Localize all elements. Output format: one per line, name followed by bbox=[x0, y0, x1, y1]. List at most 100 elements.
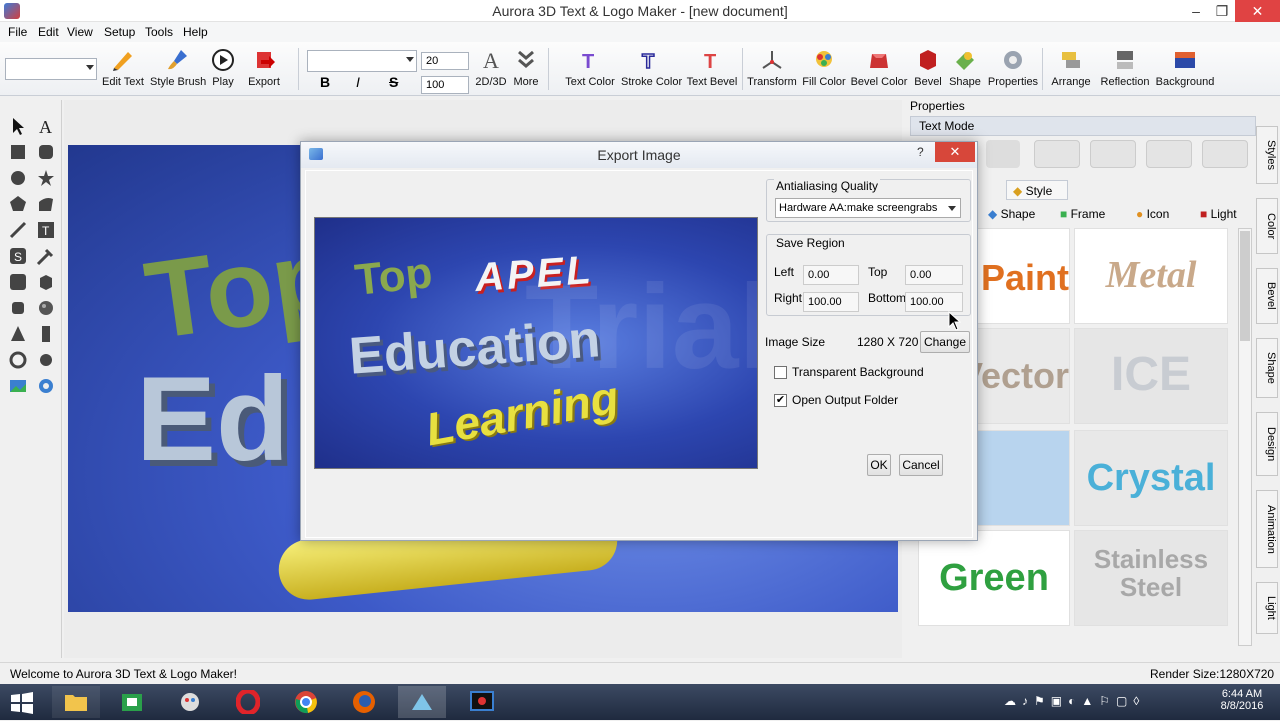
preset-thumb[interactable] bbox=[1090, 140, 1136, 168]
style-brush-button[interactable]: Style Brush bbox=[150, 46, 206, 94]
taskbar-chrome[interactable] bbox=[282, 686, 330, 718]
system-tray-icons[interactable]: ☁♪⚑▣◐▲⚐▢◊ bbox=[1004, 694, 1174, 710]
text-tool-icon[interactable]: A bbox=[36, 116, 56, 136]
menu-file[interactable]: File bbox=[8, 25, 27, 39]
line-tool-icon[interactable] bbox=[8, 220, 28, 240]
gear-tool-icon[interactable] bbox=[36, 350, 56, 370]
cancel-button[interactable]: Cancel bbox=[899, 454, 943, 476]
side-tab-design[interactable]: Design bbox=[1256, 412, 1278, 476]
style-item-crystal[interactable]: Crystal bbox=[1074, 430, 1228, 526]
column-tool-icon[interactable] bbox=[36, 324, 56, 344]
shape-button[interactable]: Shape bbox=[948, 46, 982, 94]
play-button[interactable]: Play bbox=[208, 46, 238, 94]
pentagon-tool-icon[interactable] bbox=[8, 194, 28, 214]
side-tab-animation[interactable]: Animation bbox=[1256, 490, 1278, 568]
circle-tool-icon[interactable] bbox=[8, 168, 28, 188]
text-color-button[interactable]: T Text Color bbox=[565, 46, 615, 94]
left-spinner[interactable]: 0.00 bbox=[803, 265, 859, 285]
settings-tool-icon[interactable] bbox=[36, 376, 56, 396]
preset-thumb[interactable] bbox=[1202, 140, 1248, 168]
ring-tool-icon[interactable] bbox=[8, 350, 28, 370]
star-tool-icon[interactable] bbox=[36, 168, 56, 188]
taskbar-opera[interactable] bbox=[224, 686, 272, 718]
taskbar-store[interactable] bbox=[108, 686, 156, 718]
tab-frame[interactable]: ■ Frame bbox=[1056, 204, 1116, 224]
bevel-button[interactable]: Bevel bbox=[911, 46, 945, 94]
taskbar-aurora[interactable] bbox=[398, 686, 446, 718]
preset-thumb[interactable] bbox=[1146, 140, 1192, 168]
side-tab-light[interactable]: Light bbox=[1256, 582, 1278, 634]
sphere-tool-icon[interactable] bbox=[36, 298, 56, 318]
style-combo[interactable] bbox=[5, 58, 97, 80]
depth-spinner[interactable]: 100 bbox=[421, 76, 469, 94]
maximize-button[interactable]: ❐ bbox=[1208, 0, 1236, 22]
menu-help[interactable]: Help bbox=[183, 25, 208, 39]
export-button[interactable]: Export bbox=[242, 46, 286, 94]
scrollbar-thumb[interactable] bbox=[1240, 231, 1250, 341]
minimize-button[interactable]: – bbox=[1182, 0, 1210, 22]
tab-light[interactable]: ■ Light bbox=[1196, 204, 1256, 224]
menu-setup[interactable]: Setup bbox=[104, 25, 135, 39]
curve-tool-icon[interactable] bbox=[36, 194, 56, 214]
tab-icon[interactable]: ● Icon bbox=[1132, 204, 1192, 224]
dialog-close-button[interactable]: ✕ bbox=[935, 142, 975, 162]
taskbar-recorder[interactable] bbox=[458, 686, 506, 718]
fill-color-button[interactable]: Fill Color bbox=[802, 46, 846, 94]
change-size-button[interactable]: Change bbox=[920, 331, 970, 353]
cylinder-tool-icon[interactable] bbox=[8, 298, 28, 318]
style-item-stainless[interactable]: Stainless Steel bbox=[1074, 530, 1228, 626]
edit-text-button[interactable]: Edit Text bbox=[100, 46, 146, 94]
strike-button[interactable]: S bbox=[389, 74, 398, 90]
2d3d-button[interactable]: A 2D/3D bbox=[474, 46, 508, 94]
font-size-spinner[interactable]: 20 bbox=[421, 52, 469, 70]
font-combo[interactable] bbox=[307, 50, 417, 72]
bottom-spinner[interactable]: 100.00 bbox=[905, 292, 963, 312]
bold-button[interactable]: B bbox=[320, 74, 330, 90]
dialog-help-button[interactable]: ? bbox=[917, 145, 924, 159]
arrange-button[interactable]: Arrange bbox=[1046, 46, 1096, 94]
more-button[interactable]: More bbox=[512, 46, 540, 94]
symbol-tool-icon[interactable]: S bbox=[8, 246, 28, 266]
side-tab-styles[interactable]: Styles bbox=[1256, 126, 1278, 184]
ok-button[interactable]: OK bbox=[867, 454, 891, 476]
image-tool-icon[interactable] bbox=[8, 376, 28, 396]
menu-view[interactable]: View bbox=[67, 25, 93, 39]
style-item-ice[interactable]: ICE bbox=[1074, 328, 1228, 424]
cube-tool-icon[interactable] bbox=[36, 272, 56, 292]
side-tab-color[interactable]: Color bbox=[1256, 198, 1278, 254]
right-spinner[interactable]: 100.00 bbox=[803, 292, 859, 312]
top-spinner[interactable]: 0.00 bbox=[905, 265, 963, 285]
side-tab-shape[interactable]: Shape bbox=[1256, 338, 1278, 398]
styles-scrollbar[interactable] bbox=[1238, 228, 1252, 646]
text-bevel-button[interactable]: T Text Bevel bbox=[686, 46, 738, 94]
preset-thumb[interactable] bbox=[1034, 140, 1080, 168]
rectangle-tool-icon[interactable] bbox=[8, 142, 28, 162]
style-item-metal[interactable]: Metal bbox=[1074, 228, 1228, 324]
snowflake-tool-icon[interactable] bbox=[8, 272, 28, 292]
background-button[interactable]: Background bbox=[1154, 46, 1216, 94]
windows-start-icon[interactable] bbox=[10, 692, 34, 714]
text-box-tool-icon[interactable]: T bbox=[36, 220, 56, 240]
transparent-bg-checkbox[interactable] bbox=[774, 366, 787, 379]
reflection-button[interactable]: Reflection bbox=[1100, 46, 1150, 94]
preset-thumb[interactable] bbox=[986, 140, 1020, 168]
open-folder-checkbox[interactable]: ✔ bbox=[774, 394, 787, 407]
taskbar-app[interactable] bbox=[166, 686, 214, 718]
tab-style[interactable]: ◆ Style bbox=[1006, 180, 1068, 200]
rounded-rect-tool-icon[interactable] bbox=[36, 142, 56, 162]
scene-text-education[interactable]: Ed bbox=[136, 350, 289, 488]
menu-tools[interactable]: Tools bbox=[145, 25, 173, 39]
cone-tool-icon[interactable] bbox=[8, 324, 28, 344]
properties-button[interactable]: Properties bbox=[987, 46, 1039, 94]
taskbar-file-explorer[interactable] bbox=[52, 686, 100, 718]
italic-button[interactable]: I bbox=[356, 74, 360, 90]
antialias-select[interactable]: Hardware AA:make screengrabs bbox=[775, 198, 961, 218]
transform-button[interactable]: Transform bbox=[746, 46, 798, 94]
bevel-color-button[interactable]: Bevel Color bbox=[850, 46, 908, 94]
stroke-color-button[interactable]: T Stroke Color bbox=[621, 46, 682, 94]
menu-edit[interactable]: Edit bbox=[38, 25, 59, 39]
pointer-icon[interactable] bbox=[8, 116, 28, 136]
close-button[interactable]: ✕ bbox=[1235, 0, 1280, 22]
side-tab-bevel[interactable]: Bevel bbox=[1256, 268, 1278, 324]
pen-tool-icon[interactable] bbox=[36, 246, 56, 266]
